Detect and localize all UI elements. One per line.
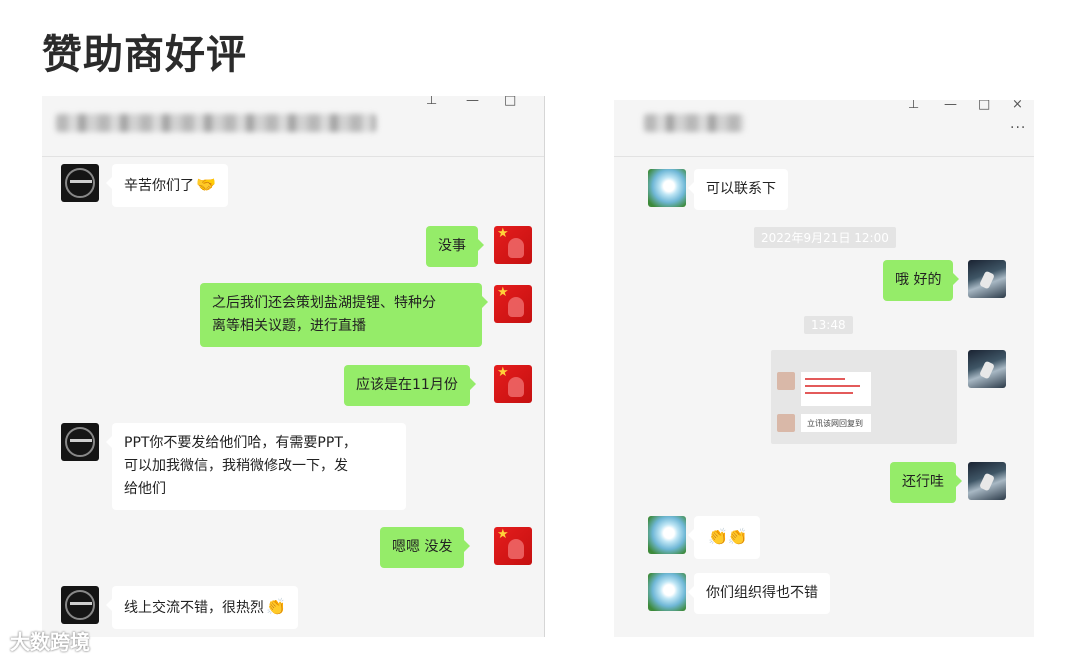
message-bubble-incoming: 可以联系下 xyxy=(688,169,788,210)
self-avatar[interactable]: ★ xyxy=(494,365,532,403)
contact-avatar[interactable] xyxy=(648,169,686,207)
self-avatar[interactable] xyxy=(968,350,1006,388)
screenshot-image-message[interactable]: 立讯该网回复到 xyxy=(771,350,957,444)
self-avatar[interactable]: ★ xyxy=(494,285,532,323)
message-text: 嗯嗯 没发 xyxy=(392,539,453,555)
minimize-icon[interactable]: — xyxy=(944,100,957,112)
thumbnail-text-line xyxy=(805,385,860,387)
message-text: 你们组织得也不错 xyxy=(706,585,818,601)
message-bubble-incoming: 辛苦你们了 🤝 xyxy=(106,164,228,207)
watermark: 大数跨境 xyxy=(10,630,90,654)
message-bubble-incoming: PPT你不要发给他们哈，有需要PPT， 可以加我微信，我稍微修改一下，发 给他们 xyxy=(106,423,406,510)
self-avatar[interactable]: ★ xyxy=(494,527,532,565)
thumbnail-text-line xyxy=(805,392,853,394)
maximize-icon[interactable]: □ xyxy=(504,96,516,108)
contact-avatar[interactable] xyxy=(61,423,99,461)
contact-avatar[interactable] xyxy=(648,516,686,554)
blurred-contact-name xyxy=(56,114,376,132)
chat-window-right: ⊥ — □ × ··· 可以联系下 2022年9月21日 12:00 哦 好的 … xyxy=(614,100,1034,637)
contact-avatar[interactable] xyxy=(648,573,686,611)
page-title: 赞助商好评 xyxy=(42,32,247,78)
message-bubble-incoming: 你们组织得也不错 xyxy=(688,573,830,614)
timestamp: 13:48 xyxy=(804,316,853,334)
title-bar: ⊥ — □ × ··· xyxy=(614,100,1034,157)
more-options-icon[interactable]: ··· xyxy=(1010,120,1026,136)
self-avatar[interactable]: ★ xyxy=(494,226,532,264)
message-text: 没事 xyxy=(438,238,466,254)
message-text: 还行哇 xyxy=(902,474,944,490)
message-bubble-incoming: 👏👏 xyxy=(688,516,760,559)
handshake-emoji: 🤝 xyxy=(196,175,216,194)
chat-window-left: ⊥ — □ 辛苦你们了 🤝 没事 ★ 之后我们还会策划盐湖提锂、特种分 离等相关议… xyxy=(42,96,545,637)
message-bubble-outgoing: 还行哇 xyxy=(890,462,962,503)
message-bubble-outgoing: 嗯嗯 没发 xyxy=(380,527,471,568)
contact-avatar[interactable] xyxy=(61,586,99,624)
message-text: 线上交流不错，很热烈 xyxy=(124,600,264,616)
title-bar: ⊥ — □ xyxy=(42,96,544,157)
self-avatar[interactable] xyxy=(968,260,1006,298)
pin-icon[interactable]: ⊥ xyxy=(908,100,919,112)
timestamp: 2022年9月21日 12:00 xyxy=(754,227,896,248)
thumbnail-avatar xyxy=(777,372,795,390)
message-bubble-outgoing: 哦 好的 xyxy=(883,260,960,301)
self-avatar[interactable] xyxy=(968,462,1006,500)
message-line: 可以加我微信，我稍微修改一下，发 xyxy=(124,458,348,474)
message-bubble-outgoing: 没事 xyxy=(426,226,484,267)
message-bubble-outgoing: 应该是在11月份 xyxy=(344,365,476,406)
message-line: 给他们 xyxy=(124,481,166,497)
pin-icon[interactable]: ⊥ xyxy=(426,96,437,108)
close-icon[interactable]: × xyxy=(1012,100,1023,112)
blurred-contact-name xyxy=(644,114,744,132)
thumbnail-avatar xyxy=(777,414,795,432)
clap-emoji: 👏 xyxy=(266,597,286,616)
message-bubble-incoming: 线上交流不错，很热烈 👏 xyxy=(106,586,298,629)
contact-avatar[interactable] xyxy=(61,164,99,202)
message-bubble-outgoing: 之后我们还会策划盐湖提锂、特种分 离等相关议题，进行直播 xyxy=(200,283,488,347)
minimize-icon[interactable]: — xyxy=(466,96,479,108)
message-line: 离等相关议题，进行直播 xyxy=(212,318,366,334)
message-text: 可以联系下 xyxy=(706,181,776,197)
message-text: 哦 好的 xyxy=(895,272,942,288)
message-line: PPT你不要发给他们哈，有需要PPT， xyxy=(124,435,357,451)
maximize-icon[interactable]: □ xyxy=(978,100,990,112)
message-text: 辛苦你们了 xyxy=(124,178,194,194)
thumbnail-caption: 立讯该网回复到 xyxy=(807,419,863,428)
message-line: 之后我们还会策划盐湖提锂、特种分 xyxy=(212,295,436,311)
message-text: 应该是在11月份 xyxy=(356,377,458,393)
clap-emoji: 👏👏 xyxy=(708,527,748,546)
thumbnail-text-line xyxy=(805,378,845,380)
